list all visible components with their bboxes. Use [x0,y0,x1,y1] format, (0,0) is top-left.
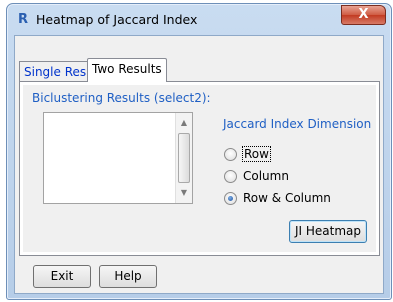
jaccard-dimension-label: Jaccard Index Dimension [223,117,372,131]
r-app-icon: R [18,12,29,27]
biclustering-results-label: Biclustering Results (select2): [32,91,211,105]
radio-option-column[interactable]: Column [224,168,289,184]
ji-heatmap-button[interactable]: JI Heatmap [289,220,367,243]
help-button[interactable]: Help [99,265,157,288]
dialog-client-area: Single Result Two Results Biclustering R… [14,35,384,294]
close-icon: X [358,7,369,22]
radio-label-row: Row [242,146,271,162]
radio-label-row-and-column: Row & Column [243,191,331,205]
scroll-down-arrow-icon[interactable]: ▼ [176,185,192,201]
exit-button[interactable]: Exit [33,265,91,288]
tab-two-results[interactable]: Two Results [87,58,167,82]
biclustering-results-listbox[interactable]: ▲ ▼ [43,112,193,204]
radio-button-row-and-column[interactable] [224,191,237,205]
radio-option-row[interactable]: Row [224,146,271,162]
close-button[interactable]: X [341,5,386,25]
title-bar[interactable]: R Heatmap of Jaccard Index X [7,4,391,36]
dialog-window: R Heatmap of Jaccard Index X Single Resu… [6,3,392,300]
radio-option-row-and-column[interactable]: Row & Column [224,190,331,206]
radio-button-column[interactable] [224,169,237,183]
radio-label-column: Column [243,169,289,183]
listbox-scrollbar[interactable]: ▲ ▼ [175,113,192,203]
scroll-up-arrow-icon[interactable]: ▲ [176,115,192,131]
window-title: Heatmap of Jaccard Index [36,12,198,27]
scroll-thumb[interactable] [178,133,190,183]
radio-button-row[interactable] [224,147,237,161]
